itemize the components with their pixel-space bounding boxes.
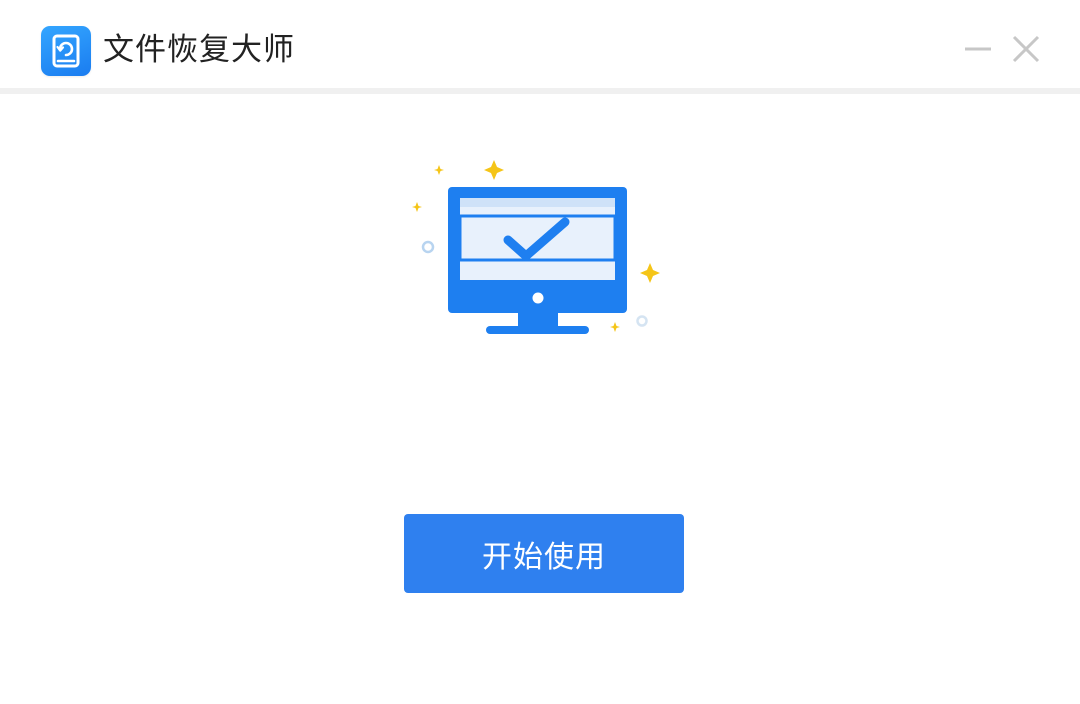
app-logo-icon	[41, 26, 91, 76]
sparkle-icon	[484, 160, 504, 180]
sparkle-icon	[610, 322, 620, 332]
sparkle-icon	[434, 165, 444, 175]
close-button[interactable]	[1006, 28, 1046, 68]
window-title: 文件恢复大师	[103, 32, 295, 68]
app-window: 文件恢复大师 开始使用	[0, 0, 1080, 704]
ring-icon	[636, 315, 648, 327]
monitor-check-icon	[412, 160, 660, 334]
title-bar[interactable]: 文件恢复大师	[0, 0, 1080, 94]
close-icon	[1012, 35, 1040, 63]
minimize-icon	[965, 47, 991, 51]
minimize-button[interactable]	[958, 28, 998, 68]
hero-illustration	[400, 150, 680, 350]
start-button[interactable]: 开始使用	[404, 514, 684, 593]
sparkle-icon	[412, 202, 422, 212]
sparkle-icon	[640, 263, 660, 283]
ring-icon	[421, 240, 435, 254]
